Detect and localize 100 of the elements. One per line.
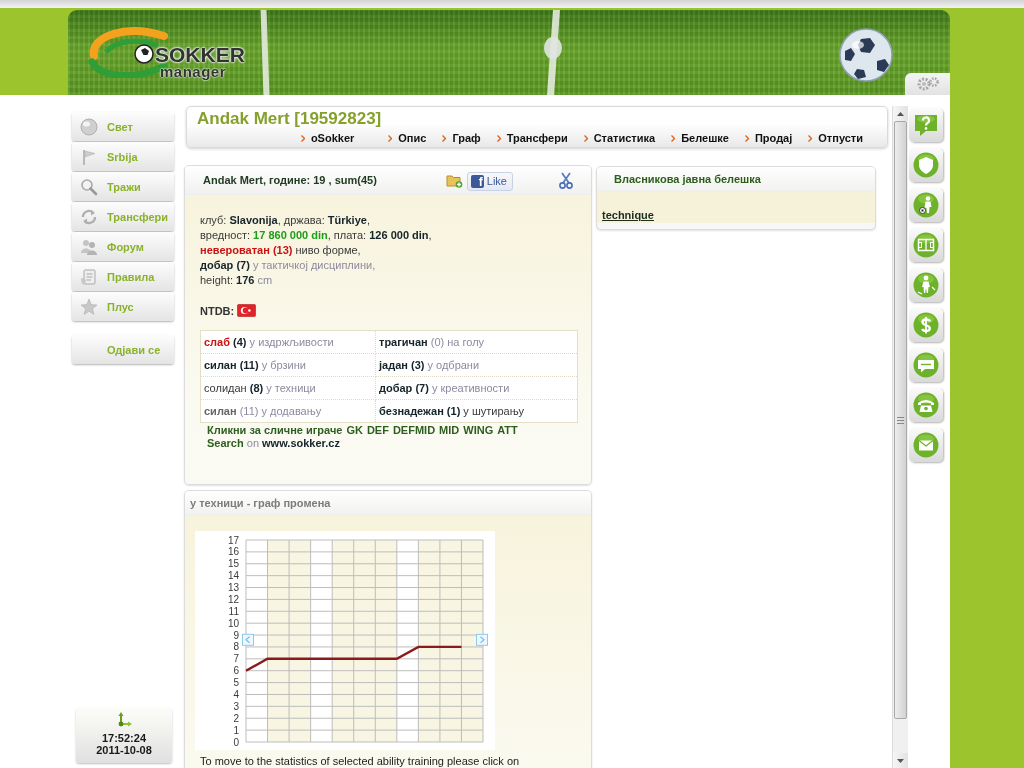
position-link[interactable]: DEFMID [392,424,436,436]
y-tick-label: 5 [233,677,239,689]
pitch-icon [913,232,939,258]
nav-link[interactable]: Продај [744,132,793,145]
dollar-icon [913,312,939,338]
folder-plus-icon[interactable] [445,172,463,188]
y-tick-label: 13 [227,582,239,594]
player-title: Andak Mert [19592823] [197,110,382,128]
position-link[interactable]: GK [346,424,363,436]
nav-link[interactable]: Опис [388,132,427,145]
y-tick-label: 8 [233,641,239,653]
nav-link[interactable]: Граф [442,132,481,145]
chart-title: у техници - граф промена [190,497,331,509]
clock-date: 2011-10-08 [96,744,152,756]
toolbar-button[interactable] [909,388,943,422]
toolbar-button[interactable] [909,148,943,182]
scroll-down-button[interactable] [893,753,908,768]
globe-icon [80,117,98,136]
down-triangle-icon [897,758,904,763]
clock-time: 17:52:24 [101,732,146,744]
speech-bubble-icon [913,352,939,378]
envelope-icon [913,432,939,458]
scroll-up-button[interactable] [893,106,908,121]
scissors-icon[interactable] [559,171,573,189]
y-tick-label: 17 [227,534,239,546]
soccer-ball-icon [839,27,893,83]
position-link[interactable]: WING [463,424,494,436]
chevron-right-icon [388,135,393,142]
document-icon [80,267,98,286]
flag-icon [80,147,98,166]
y-tick-label: 9 [233,629,239,641]
person-icon [913,272,939,298]
skill-cell: солидан (8) у техници [200,376,376,400]
similar-players-label: Кликни за сличне играче [207,424,343,436]
nav-link[interactable]: oSokker [300,132,355,145]
skill-cell: силан (11) у брзини [200,353,376,377]
scrollbar-thumb[interactable] [894,121,907,719]
y-tick-label: 6 [233,665,239,677]
skill-cell: слаб (4) у издржљивости [200,330,376,354]
note-link[interactable]: technique [602,208,654,223]
scrollbar-track[interactable] [892,106,908,768]
chevron-right-icon [583,135,588,142]
y-tick-label: 10 [227,617,239,629]
toolbar-button[interactable] [909,228,943,262]
chevron-right-icon [442,135,447,142]
y-tick-label: 14 [227,570,239,582]
chevron-right-icon [744,135,749,142]
player-heading: Andak Mert, године: 19 , sum(45) [203,174,377,186]
nav-link[interactable]: Белешке [671,132,729,145]
chevron-left-icon[interactable] [242,633,254,646]
settings-tab[interactable] [905,73,950,95]
player-icon [913,192,939,218]
player-detail-text: добар (7) у тактичкој дисциплини, [200,258,376,273]
nav-link[interactable]: Трансфери [496,132,568,145]
chevron-right-icon [300,135,305,142]
help-icon [913,112,939,138]
player-detail-text: height: 176 cm [200,273,273,288]
nav-link[interactable]: Отпусти [808,132,863,145]
toolbar-button[interactable] [909,308,943,342]
position-link[interactable]: MID [439,424,460,436]
position-link[interactable]: DEF [366,424,389,436]
y-tick-label: 2 [233,712,239,724]
logo-title: SOKKER [155,44,245,66]
people-icon [80,237,98,256]
like-button[interactable]: f Like [466,171,513,191]
nav-link[interactable]: Статистика [583,132,656,145]
shield-icon [913,152,939,178]
y-tick-label: 0 [233,736,239,748]
toolbar-button[interactable] [909,268,943,302]
crescent-flag-icon [237,304,257,317]
y-tick-label: 12 [227,593,239,605]
up-triangle-icon [897,111,904,116]
ntdb-label: NTDB: [200,304,235,317]
circular-arrows-icon [80,207,98,226]
chevron-right-icon [496,135,501,142]
y-tick-label: 4 [233,688,239,700]
y-tick-label: 7 [233,653,239,665]
toolbar-button[interactable] [909,188,943,222]
chart-footer-text: To move to the statistics of selected ability training please click on [200,755,520,768]
player-detail-text: клуб: Slavonija, држава: Türkiye, [200,213,370,228]
note-title: Власникова јавна белешка [614,173,761,185]
telephone-icon [913,392,939,418]
pitch-spot [544,37,562,59]
logo-subtitle: manager [160,64,227,80]
player-detail-text: невероватан (13) ниво форме, [200,243,361,258]
y-tick-label: 16 [227,546,239,558]
sokker-search-link[interactable]: Search on www.sokker.cz [207,436,340,451]
chevron-right-icon [808,135,813,142]
f-logo-icon: f [470,174,484,188]
toolbar-button[interactable] [909,428,943,462]
y-tick-label: 11 [228,605,239,617]
y-tick-label: 15 [227,558,239,570]
search-icon [80,177,98,196]
chevron-right-icon [671,135,676,142]
y-tick-label: 1 [233,724,239,736]
chevron-right-icon[interactable] [476,633,488,646]
y-tick-label: 3 [233,700,239,712]
star-icon [80,297,98,316]
position-link[interactable]: ATT [497,424,518,436]
toolbar-button[interactable] [909,348,943,382]
